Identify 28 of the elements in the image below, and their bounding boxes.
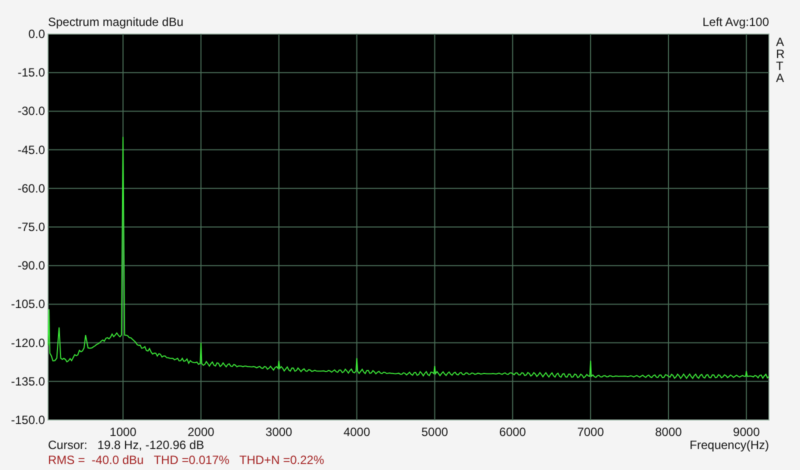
axis-tick-label: 1000 [110,425,136,438]
measurement-readout: THD+N =0.22% [239,453,324,468]
axis-tick-label: 4000 [343,425,370,438]
cursor-readout: Cursor: 19.8 Hz, -120.96 dB [48,438,204,453]
channel-average-label: Left Avg:100 [702,15,769,29]
axis-tick-label: -135.0 [10,374,45,388]
axis-tick-label: -90.0 [18,258,45,273]
x-axis-label: Frequency(Hz) [690,438,769,453]
measurement-readout: RMS = -40.0 dBu [48,453,144,468]
axis-tick-label: -75.0 [18,220,45,234]
axis-tick-label: 7000 [577,425,604,438]
axis-tick-label: -150.0 [10,413,45,427]
axis-tick-label: 8000 [655,425,682,438]
axis-tick-label: 6000 [499,425,526,438]
axis-tick-label: -45.0 [18,142,45,157]
axis-tick-label: -15.0 [18,66,45,80]
axis-tick-label: 3000 [266,425,292,438]
axis-tick-label: 0.0 [28,27,45,41]
axis-tick-label: 5000 [421,425,448,438]
axis-tick-label: -60.0 [18,181,45,196]
axis-tick-label: -120.0 [10,336,45,350]
measurement-readout: THD =0.017% [154,453,230,468]
axis-tick-label: -105.0 [10,297,45,312]
axis-tick-label: -30.0 [18,104,45,118]
chart-title: Spectrum magnitude dBu [48,15,184,29]
axis-tick-label: 2000 [188,425,214,438]
brand-label: ARTA [776,35,785,85]
axis-tick-label: 9000 [733,425,760,438]
